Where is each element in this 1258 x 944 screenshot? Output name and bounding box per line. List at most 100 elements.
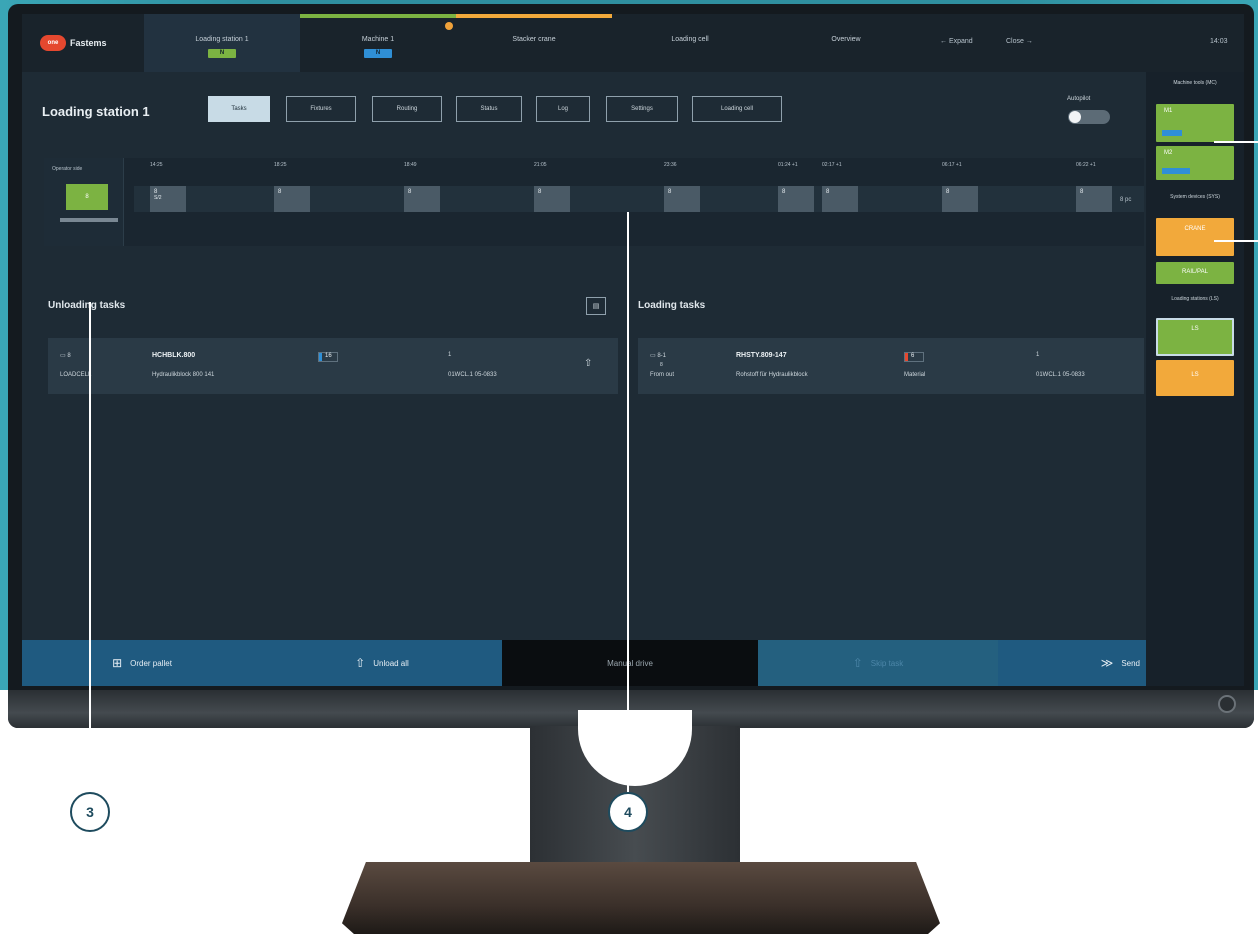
timeline-time: 18:49 [404, 162, 417, 168]
pallet-label: 8 [826, 189, 830, 195]
tab-label: Machine 1 [361, 36, 395, 43]
tab-settings[interactable]: Settings [606, 96, 678, 122]
quantity-badge: 6 [904, 352, 924, 362]
pallet-sub: S/2 [154, 195, 162, 201]
quantity-stripe [905, 353, 908, 361]
autopilot-label: Autopilot [1067, 96, 1091, 102]
timeline-pallet[interactable]: 8 [1076, 186, 1112, 212]
unload-all-button[interactable]: ⇧ Unload all [262, 640, 502, 686]
power-button-icon [1218, 695, 1236, 713]
callout-4: 4 [608, 792, 648, 832]
task-count: 1 [1036, 352, 1040, 358]
timeline-pallet[interactable]: 8 [534, 186, 570, 212]
loading-station-tile-2[interactable]: LS [1156, 360, 1234, 396]
timeline-pallet[interactable]: 8 S/2 [150, 186, 186, 212]
operator-side-label: Operator side [52, 166, 83, 172]
pallet-number: 8-1 [657, 353, 667, 359]
order-pallet-icon: ⊞ [112, 656, 123, 670]
loading-station-tile-1[interactable]: LS [1156, 318, 1234, 356]
logo-mark: one [40, 35, 66, 51]
timeline-pallet[interactable]: 8 [274, 186, 310, 212]
toggle-knob [1069, 111, 1081, 123]
timeline-time: 06:17 +1 [942, 162, 962, 168]
pallet-label: 8 [1080, 189, 1084, 195]
unloading-task-row[interactable]: ▭ 8 LOADCELL HCHBLK.800 Hydraulikblock 8… [48, 338, 618, 394]
unload-icon[interactable]: ⇧ [584, 358, 592, 369]
page-title: Loading station 1 [42, 104, 150, 119]
timeline-pallet[interactable]: 8 [778, 186, 814, 212]
tab-label: Loading station 1 [195, 36, 249, 43]
tab-routing[interactable]: Routing [372, 96, 442, 122]
system-devices-label: System devices (SYS) [1170, 194, 1220, 200]
timeline-time: 23:36 [664, 162, 677, 168]
callout-line-right-2 [1214, 240, 1258, 242]
unloading-title: Unloading tasks [48, 300, 126, 311]
tab-loading-cell-sub[interactable]: Loading cell [692, 96, 782, 122]
task-count: 1 [448, 352, 452, 358]
pallet-label: 8 [538, 189, 542, 195]
quantity-stripe [319, 353, 322, 361]
disabled-action-button[interactable]: ⇧ Skip task [758, 640, 998, 686]
machine-tile-label: M1 [1164, 108, 1173, 114]
logo: one Fastems [40, 35, 107, 51]
skip-icon: ⇧ [852, 656, 863, 670]
order-pallet-button[interactable]: ⊞ Order pallet [22, 640, 262, 686]
machine-tile-label: M2 [1164, 150, 1173, 156]
timeline-time: 14:25 [150, 162, 163, 168]
close-button[interactable]: Close → [1006, 38, 1033, 45]
timeline-pallet[interactable]: 8 [822, 186, 858, 212]
notification-dot [445, 22, 453, 30]
unload-icon: ⇧ [355, 656, 366, 670]
task-location: From out [650, 372, 675, 378]
task-code: HCHBLK.800 [152, 352, 196, 359]
task-date: 01WCL.1 05-0833 [1036, 372, 1085, 378]
tab-label: Loading cell [671, 36, 709, 43]
logo-text: Fastems [70, 38, 107, 48]
quantity-value: 16 [325, 353, 332, 359]
task-date: 01WCL.1 05-0833 [448, 372, 497, 378]
tab-badge: N [208, 49, 236, 58]
callout-line-3 [89, 302, 91, 792]
pallet-label: 8 [668, 189, 672, 195]
loading-task-row[interactable]: ▭ 8-1 8 From out RHSTY.809-147 Rohstoff … [638, 338, 1144, 394]
list-view-icon[interactable]: ▤ [586, 297, 606, 315]
timeline-pallet[interactable]: 8 [942, 186, 978, 212]
manual-drive-button[interactable]: Manual drive [502, 640, 758, 686]
system-tile-crane[interactable]: CRANE [1156, 218, 1234, 256]
timeline-time: 01:24 +1 [778, 162, 798, 168]
tab-loading-station-1[interactable]: Loading station 1 N [144, 14, 300, 72]
monitor-stand-base [342, 862, 940, 934]
disabled-action-label: Skip task [870, 658, 904, 668]
task-description: Rohstoff für Hydraulikblock [736, 372, 808, 378]
timeline-time: 21:05 [534, 162, 547, 168]
expand-button[interactable]: ← Expand [940, 38, 973, 45]
timeline-pallet[interactable]: 8 [664, 186, 700, 212]
machine-status-bar [1162, 130, 1182, 136]
tab-fixtures[interactable]: Fixtures [286, 96, 356, 122]
task-status: Material [904, 372, 926, 378]
tab-tasks[interactable]: Tasks [208, 96, 270, 122]
machine-tile-m2[interactable]: M2 [1156, 146, 1234, 180]
machine-status-bar [1162, 168, 1190, 174]
timeline-time: 02:17 +1 [822, 162, 842, 168]
tab-label: Overview [831, 36, 861, 43]
machine-tools-label: Machine tools (MC) [1173, 80, 1217, 86]
system-tile-rail[interactable]: RAIL/PAL [1156, 262, 1234, 284]
operator-pallet[interactable]: 8 [66, 184, 108, 210]
tab-stacker-crane[interactable]: Stacker crane [456, 14, 612, 72]
tab-overview[interactable]: Overview [768, 14, 924, 72]
send-label: Send [1121, 658, 1140, 668]
pallet-number: 8 [67, 353, 71, 359]
timeline-pallet[interactable]: 8 [404, 186, 440, 212]
top-nav: one Fastems Loading station 1 N Machine … [22, 14, 1244, 72]
callout-line-right-1 [1214, 141, 1258, 143]
tab-loading-cell[interactable]: Loading cell [612, 14, 768, 72]
tab-log[interactable]: Log [536, 96, 590, 122]
machine-tile-m1[interactable]: M1 [1156, 104, 1234, 142]
send-button[interactable]: ≫ Send [998, 640, 1146, 686]
tab-machine-1[interactable]: Machine 1 N [300, 14, 456, 72]
autopilot-toggle[interactable] [1068, 110, 1110, 124]
unload-all-label: Unload all [373, 658, 409, 668]
task-location: LOADCELL [60, 372, 92, 378]
tab-status[interactable]: Status [456, 96, 522, 122]
